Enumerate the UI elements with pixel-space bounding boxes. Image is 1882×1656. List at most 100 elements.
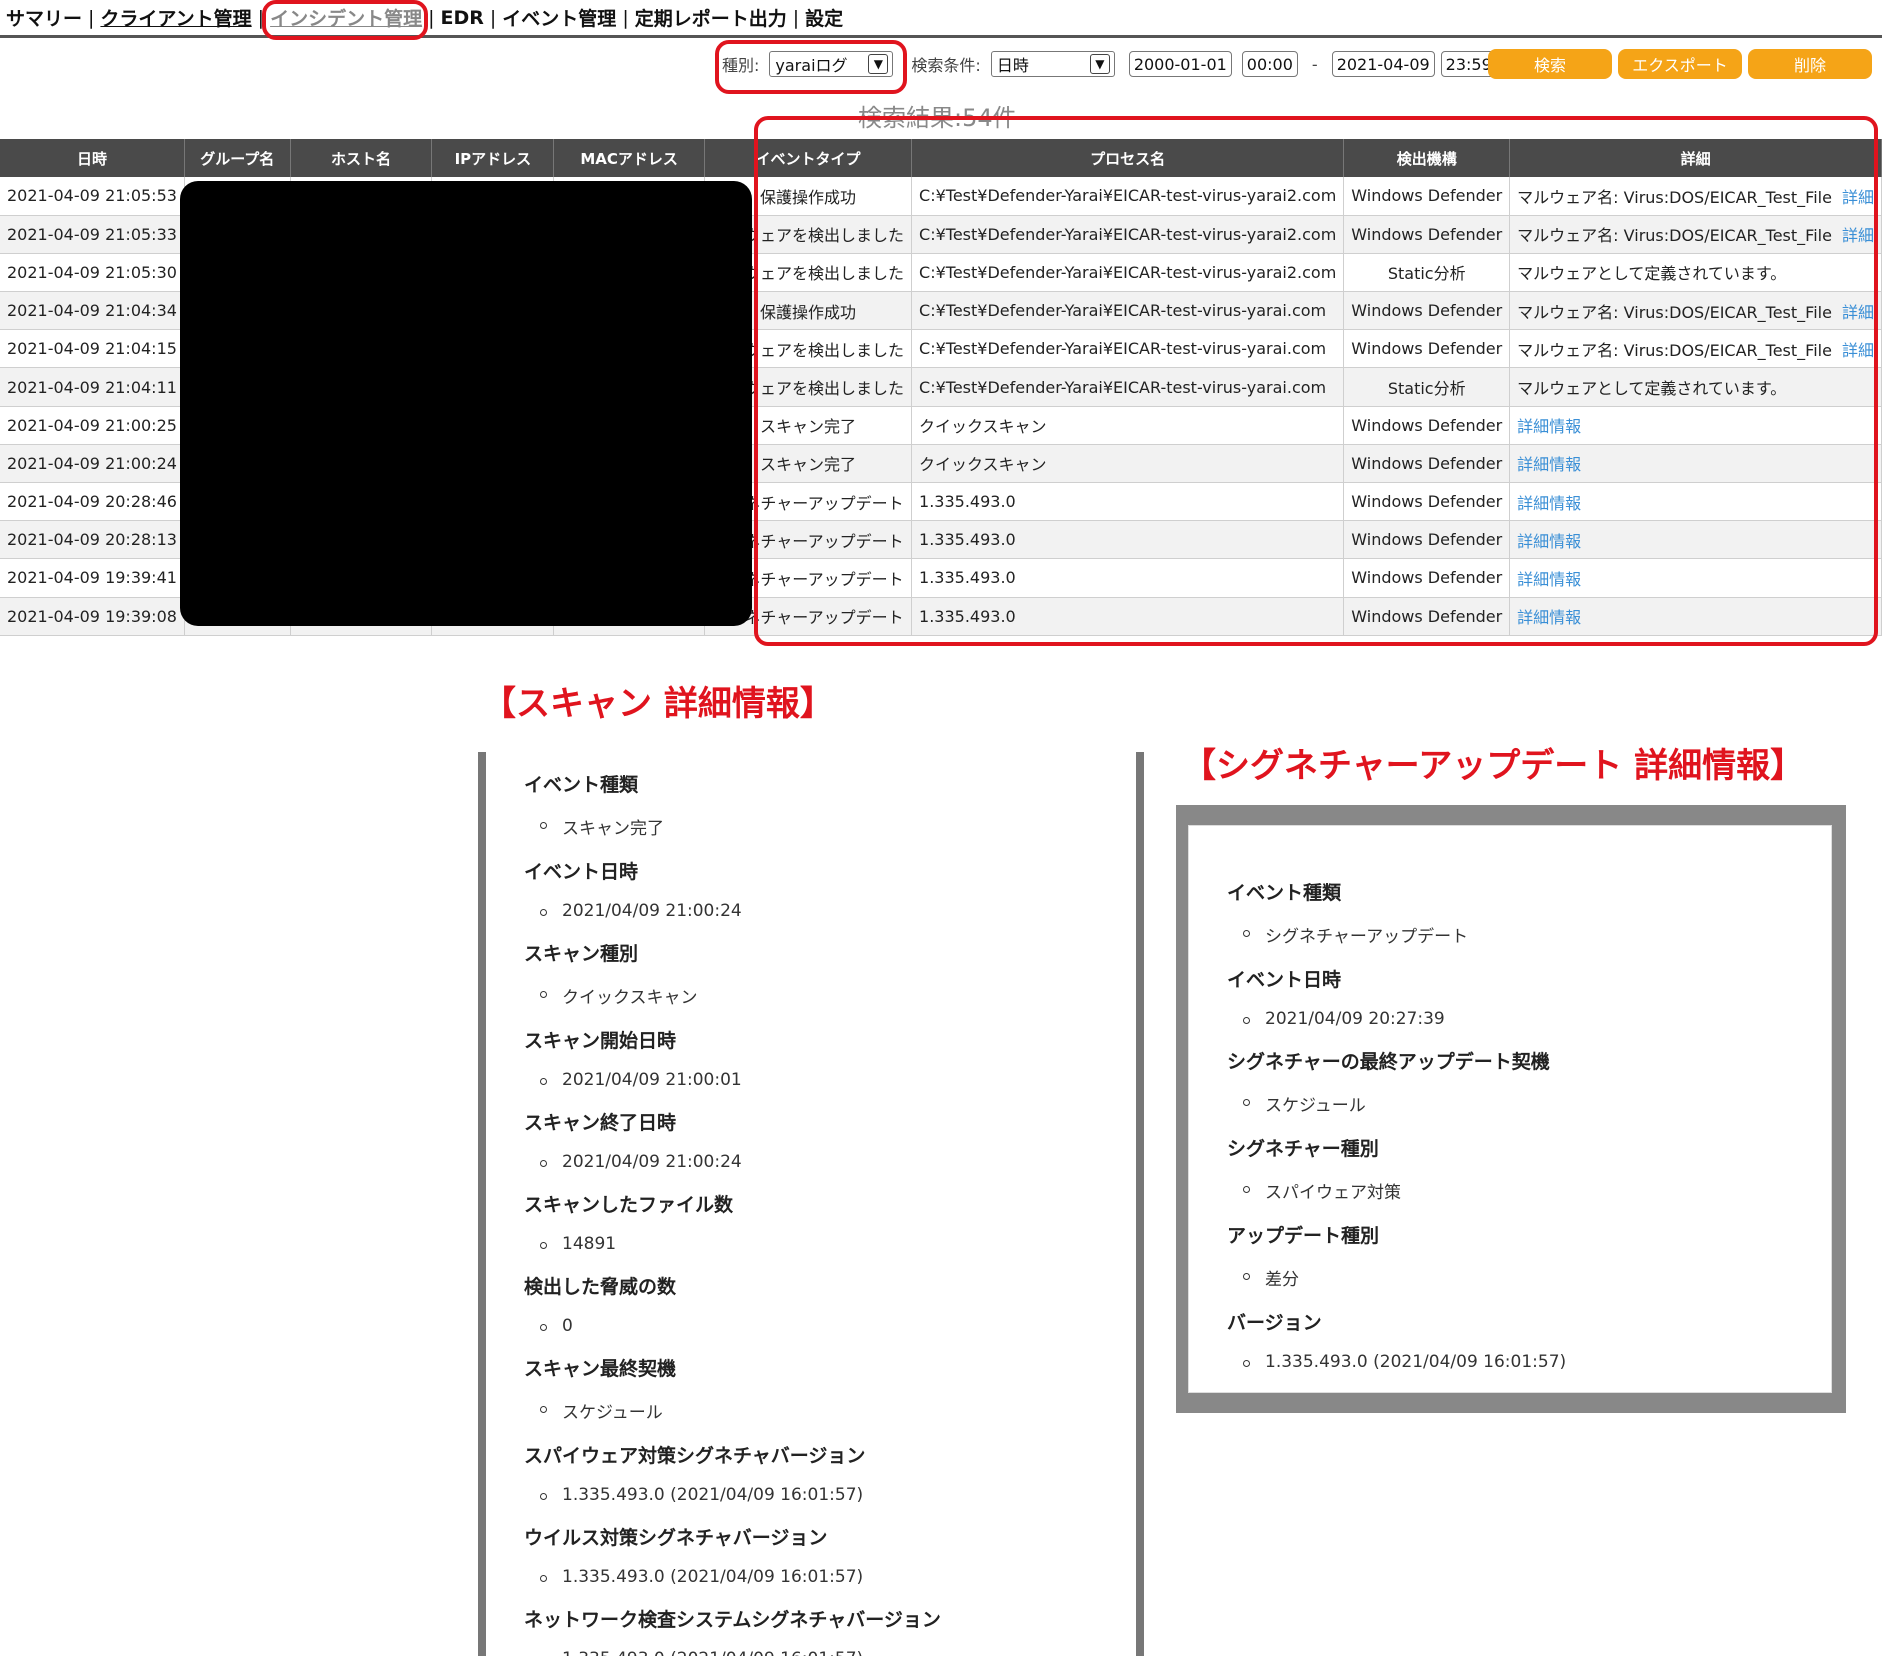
- condition-select[interactable]: 日時 ▼: [990, 51, 1115, 77]
- cell-detail: 詳細情報: [1509, 406, 1882, 445]
- cell-datetime: 2021-04-09 21:04:15: [0, 329, 185, 369]
- redacted-area: [180, 181, 752, 626]
- cell-process: 1.335.493.0: [911, 482, 1345, 522]
- nav-summary[interactable]: サマリー: [2, 4, 86, 31]
- nav-separator: |: [792, 6, 800, 29]
- cell-detail: マルウェアとして定義されています。: [1509, 367, 1882, 407]
- detail-link[interactable]: 詳細: [1842, 188, 1874, 207]
- detail-link[interactable]: 詳細: [1842, 341, 1874, 360]
- to-date-input[interactable]: 2021-04-09: [1331, 51, 1435, 77]
- detail-item-value: 2021/04/09 21:00:24: [524, 1152, 1136, 1172]
- detail-link[interactable]: 詳細: [1842, 303, 1874, 322]
- detail-item-value: 1.335.493.0 (2021/04/09 16:01:57): [524, 1485, 1136, 1505]
- cell-datetime: 2021-04-09 21:04:34: [0, 291, 185, 331]
- cell-detail: 詳細情報: [1509, 597, 1882, 636]
- col-header-engine[interactable]: 検出機構: [1343, 139, 1511, 177]
- col-header-process[interactable]: プロセス名: [911, 139, 1345, 177]
- cell-datetime: 2021-04-09 19:39:41: [0, 558, 185, 598]
- nav-client-management[interactable]: クライアント管理: [96, 4, 255, 31]
- range-separator: -: [1311, 54, 1318, 74]
- cell-process: クイックスキャン: [911, 406, 1345, 445]
- nav-incident-management[interactable]: インシデント管理: [266, 4, 426, 31]
- col-header-event-type[interactable]: イベントタイプ: [704, 139, 913, 177]
- cell-datetime: 2021-04-09 20:28:13: [0, 520, 185, 560]
- detail-item-title: スキャンしたファイル数: [524, 1194, 734, 1216]
- from-date-input[interactable]: 2000-01-01: [1128, 51, 1232, 77]
- cell-detail: マルウェア名: Virus:DOS/EICAR_Test_File 詳細: [1509, 215, 1882, 254]
- cell-process: C:¥Test¥Defender-Yarai¥EICAR-test-virus-…: [911, 177, 1345, 216]
- cell-process: C:¥Test¥Defender-Yarai¥EICAR-test-virus-…: [911, 215, 1345, 254]
- cell-engine: Windows Defender: [1343, 329, 1511, 369]
- cell-detail: 詳細情報: [1509, 520, 1882, 560]
- detail-item-value: スケジュール: [1227, 1091, 1831, 1116]
- cell-datetime: 2021-04-09 21:05:33: [0, 215, 185, 254]
- signature-detail-heading: 【シグネチャーアップデート 詳細情報】: [1182, 746, 1805, 786]
- detail-link[interactable]: 詳細情報: [1517, 455, 1581, 474]
- detail-link[interactable]: 詳細情報: [1517, 570, 1581, 589]
- detail-link[interactable]: 詳細情報: [1517, 532, 1581, 551]
- cell-datetime: 2021-04-09 21:04:11: [0, 367, 185, 407]
- cell-engine: Windows Defender: [1343, 291, 1511, 331]
- cell-engine: Windows Defender: [1343, 177, 1511, 216]
- detail-text: マルウェアとして定義されています。: [1517, 264, 1787, 284]
- col-header-host[interactable]: ホスト名: [290, 139, 433, 177]
- scan-detail-heading: 【スキャン 詳細情報】: [482, 684, 834, 724]
- nav-settings[interactable]: 設定: [801, 4, 847, 31]
- delete-button[interactable]: 削除: [1748, 49, 1872, 79]
- cell-engine: Windows Defender: [1343, 406, 1511, 445]
- detail-text: マルウェア名: Virus:DOS/EICAR_Test_File: [1517, 340, 1832, 360]
- cell-datetime: 2021-04-09 21:00:25: [0, 406, 185, 445]
- detail-item-value: スキャン完了: [524, 814, 1136, 839]
- type-select[interactable]: yaraiログ ▼: [769, 51, 894, 77]
- cell-datetime: 2021-04-09 20:28:46: [0, 482, 185, 522]
- cell-process: C:¥Test¥Defender-Yarai¥EICAR-test-virus-…: [911, 253, 1345, 293]
- nav-periodic-report[interactable]: 定期レポート出力: [631, 4, 791, 31]
- col-header-detail[interactable]: 詳細: [1509, 139, 1882, 177]
- cell-process: クイックスキャン: [911, 444, 1345, 484]
- cell-detail: 詳細情報: [1509, 444, 1882, 484]
- detail-item-value: 1.335.493.0 (2021/04/09 16:01:57): [524, 1567, 1136, 1587]
- export-button[interactable]: エクスポート: [1618, 49, 1742, 79]
- detail-item-title: アップデート種別: [1227, 1225, 1380, 1247]
- type-label: 種別:: [722, 56, 760, 75]
- detail-link[interactable]: 詳細情報: [1517, 417, 1581, 436]
- detail-item-value: 0: [524, 1316, 1136, 1336]
- detail-link[interactable]: 詳細情報: [1517, 608, 1581, 627]
- cell-engine: Windows Defender: [1343, 597, 1511, 636]
- cell-process: 1.335.493.0: [911, 520, 1345, 560]
- cell-engine: Windows Defender: [1343, 444, 1511, 484]
- search-button[interactable]: 検索: [1488, 49, 1612, 79]
- detail-item-title: イベント種類: [524, 774, 639, 796]
- detail-text: マルウェア名: Virus:DOS/EICAR_Test_File: [1517, 226, 1832, 246]
- nav-separator: |: [257, 6, 265, 29]
- cell-engine: Static分析: [1343, 253, 1511, 293]
- col-header-ip[interactable]: IPアドレス: [431, 139, 555, 177]
- from-time-input[interactable]: 00:00: [1241, 51, 1298, 77]
- col-header-datetime[interactable]: 日時: [0, 139, 185, 177]
- cell-engine: Static分析: [1343, 367, 1511, 407]
- detail-item-title: スキャン最終契機: [524, 1358, 677, 1380]
- detail-item-title: シグネチャー種別: [1227, 1138, 1379, 1160]
- cell-datetime: 2021-04-09 21:00:24: [0, 444, 185, 484]
- condition-label: 検索条件:: [911, 56, 981, 75]
- detail-text: マルウェアとして定義されています。: [1517, 379, 1787, 399]
- detail-item-value: クイックスキャン: [524, 983, 1136, 1008]
- filter-bar: 種別: yaraiログ ▼ 検索条件: 日時 ▼ 2000-01-01 00:0…: [722, 50, 1497, 78]
- scan-detail-list: イベント種類 スキャン完了 イベント日時 2021/04/09 21:00:24 スキャ…: [486, 770, 1136, 1656]
- col-header-group[interactable]: グループ名: [184, 139, 291, 177]
- detail-item-value: 2021/04/09 20:27:39: [1227, 1009, 1831, 1029]
- detail-item-value: 2021/04/09 21:00:24: [524, 901, 1136, 921]
- col-header-mac[interactable]: MACアドレス: [553, 139, 705, 177]
- cell-detail: マルウェア名: Virus:DOS/EICAR_Test_File 詳細: [1509, 177, 1882, 216]
- type-select-value: yaraiログ: [775, 56, 848, 75]
- nav-event-management[interactable]: イベント管理: [498, 4, 620, 31]
- nav-edr[interactable]: EDR: [437, 7, 488, 29]
- detail-text: マルウェア名: Virus:DOS/EICAR_Test_File: [1517, 187, 1832, 207]
- cell-detail: マルウェアとして定義されています。: [1509, 253, 1882, 293]
- detail-link[interactable]: 詳細: [1842, 226, 1874, 245]
- cell-process: C:¥Test¥Defender-Yarai¥EICAR-test-virus-…: [911, 291, 1345, 331]
- chevron-down-icon: ▼: [868, 54, 889, 74]
- detail-link[interactable]: 詳細情報: [1517, 494, 1581, 513]
- cell-process: C:¥Test¥Defender-Yarai¥EICAR-test-virus-…: [911, 367, 1345, 407]
- detail-item-title: バージョン: [1227, 1312, 1322, 1334]
